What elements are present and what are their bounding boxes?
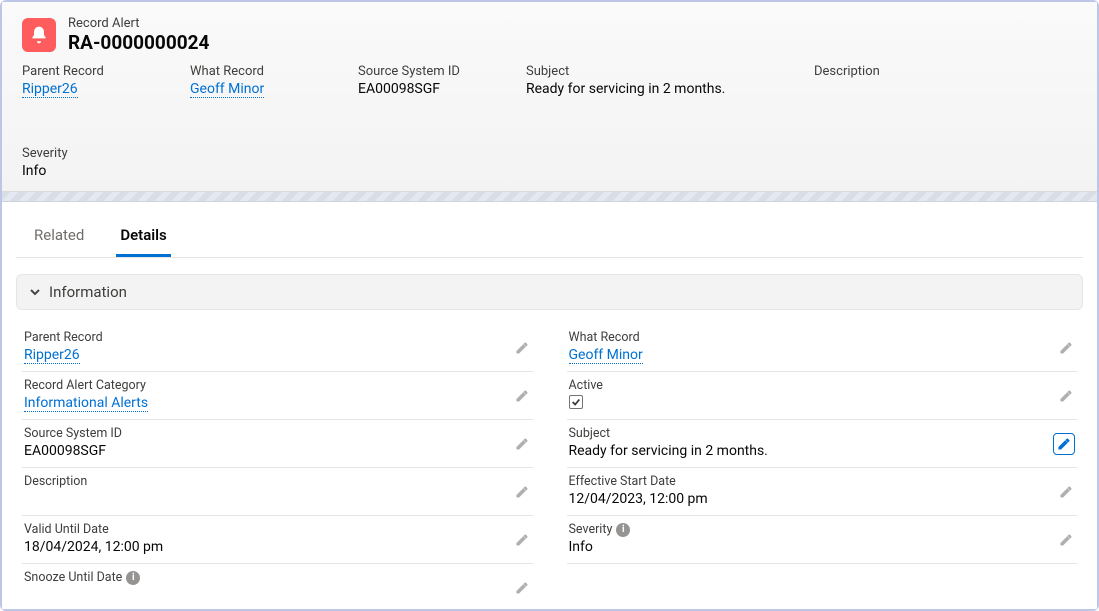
field-snooze-until-date: Snooze Until Date i bbox=[22, 564, 533, 609]
record-name: RA-0000000024 bbox=[68, 31, 209, 54]
field-label-severity: Severity i bbox=[569, 522, 1050, 537]
record-type-label: Record Alert bbox=[68, 16, 209, 31]
field-record-alert-category: Record Alert Category Informational Aler… bbox=[22, 372, 533, 420]
tab-related[interactable]: Related bbox=[30, 218, 88, 257]
field-label-active: Active bbox=[569, 378, 1050, 393]
bell-icon bbox=[22, 18, 56, 52]
field-parent-record: Parent Record Ripper26 bbox=[22, 324, 533, 372]
field-label-parent-record: Parent Record bbox=[24, 330, 505, 345]
field-subject: Subject Ready for servicing in 2 months. bbox=[567, 420, 1078, 468]
field-value-description bbox=[24, 491, 505, 509]
hl-label-source-system-id: Source System ID bbox=[358, 64, 478, 79]
field-value-valid-until-date: 18/04/2024, 12:00 pm bbox=[24, 539, 505, 557]
field-severity: Severity i Info bbox=[567, 516, 1078, 564]
field-what-record: What Record Geoff Minor bbox=[567, 324, 1078, 372]
pencil-icon[interactable] bbox=[1057, 483, 1075, 501]
field-label-effective-start-date: Effective Start Date bbox=[569, 474, 1050, 489]
field-value-effective-start-date: 12/04/2023, 12:00 pm bbox=[569, 491, 1050, 509]
hl-label-severity: Severity bbox=[22, 146, 142, 161]
field-source-system-id: Source System ID EA00098SGF bbox=[22, 420, 533, 468]
field-label-valid-until-date: Valid Until Date bbox=[24, 522, 505, 537]
active-checkbox bbox=[569, 395, 583, 409]
field-label-subject: Subject bbox=[569, 426, 1050, 441]
field-value-source-system-id: EA00098SGF bbox=[24, 443, 505, 461]
tab-details[interactable]: Details bbox=[116, 218, 170, 257]
link-what-record[interactable]: Geoff Minor bbox=[569, 347, 643, 364]
path-background bbox=[2, 192, 1097, 202]
hl-label-description: Description bbox=[814, 64, 934, 79]
field-label-description: Description bbox=[24, 474, 505, 489]
field-active: Active bbox=[567, 372, 1078, 420]
pencil-icon[interactable] bbox=[1057, 387, 1075, 405]
field-label-record-alert-category: Record Alert Category bbox=[24, 378, 505, 393]
pencil-icon[interactable] bbox=[1053, 433, 1075, 455]
pencil-icon[interactable] bbox=[1057, 531, 1075, 549]
field-effective-start-date: Effective Start Date 12/04/2023, 12:00 p… bbox=[567, 468, 1078, 516]
hl-value-severity: Info bbox=[22, 163, 142, 179]
info-icon[interactable]: i bbox=[616, 523, 630, 537]
field-value-snooze-until-date bbox=[24, 587, 505, 605]
hl-value-subject: Ready for servicing in 2 months. bbox=[526, 81, 766, 97]
pencil-icon[interactable] bbox=[513, 435, 531, 453]
hl-value-source-system-id: EA00098SGF bbox=[358, 81, 478, 97]
chevron-down-icon bbox=[27, 284, 43, 300]
pencil-icon[interactable] bbox=[513, 531, 531, 549]
link-record-alert-category[interactable]: Informational Alerts bbox=[24, 395, 148, 412]
tab-bar: Related Details bbox=[16, 208, 1083, 258]
hl-label-subject: Subject bbox=[526, 64, 766, 79]
field-value-severity: Info bbox=[569, 539, 1050, 557]
field-value-subject: Ready for servicing in 2 months. bbox=[569, 443, 1050, 461]
hl-label-what-record: What Record bbox=[190, 64, 310, 79]
highlights-panel: Parent Record Ripper26 What Record Geoff… bbox=[22, 64, 1077, 179]
pencil-icon[interactable] bbox=[1057, 339, 1075, 357]
link-parent-record[interactable]: Ripper26 bbox=[24, 347, 80, 364]
info-icon[interactable]: i bbox=[126, 571, 140, 585]
pencil-icon[interactable] bbox=[513, 579, 531, 597]
field-label-source-system-id: Source System ID bbox=[24, 426, 505, 441]
record-header: Record Alert RA-0000000024 Parent Record… bbox=[2, 2, 1097, 192]
field-description: Description bbox=[22, 468, 533, 516]
section-title: Information bbox=[49, 283, 127, 301]
hl-label-parent-record: Parent Record bbox=[22, 64, 142, 79]
section-information[interactable]: Information bbox=[16, 274, 1083, 310]
field-label-snooze-until-date: Snooze Until Date i bbox=[24, 570, 505, 585]
hl-link-what-record[interactable]: Geoff Minor bbox=[190, 81, 264, 98]
pencil-icon[interactable] bbox=[513, 483, 531, 501]
pencil-icon[interactable] bbox=[513, 339, 531, 357]
field-valid-until-date: Valid Until Date 18/04/2024, 12:00 pm bbox=[22, 516, 533, 564]
hl-link-parent-record[interactable]: Ripper26 bbox=[22, 81, 78, 98]
pencil-icon[interactable] bbox=[513, 387, 531, 405]
field-label-what-record: What Record bbox=[569, 330, 1050, 345]
